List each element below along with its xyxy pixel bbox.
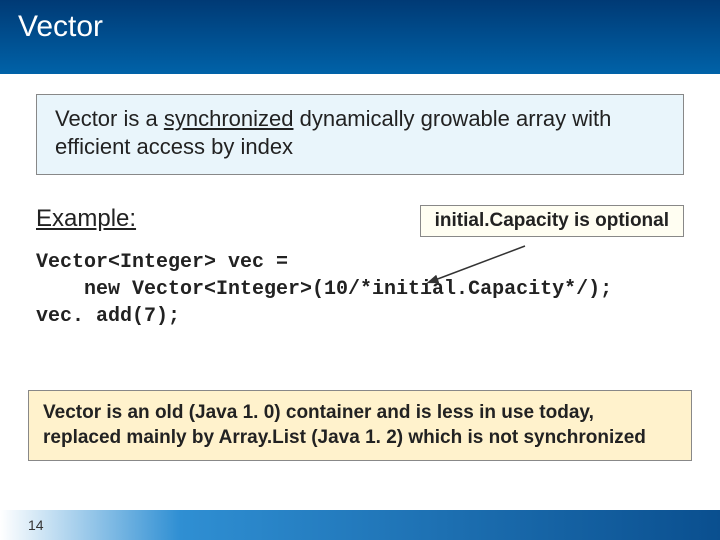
- code-line-2: new Vector<Integer>(10/*initial.Capacity…: [36, 276, 684, 303]
- code-line-1: Vector<Integer> vec =: [36, 249, 684, 276]
- note-box: Vector is an old (Java 1. 0) container a…: [28, 390, 692, 461]
- page-number: 14: [28, 517, 44, 533]
- description-text: Vector is a synchronized dynamically gro…: [55, 105, 665, 160]
- callout-box: initial.Capacity is optional: [420, 205, 684, 237]
- slide-header: Vector: [0, 0, 720, 74]
- desc-underlined: synchronized: [164, 106, 294, 131]
- description-box: Vector is a synchronized dynamically gro…: [36, 94, 684, 175]
- code-line-3: vec. add(7);: [36, 303, 684, 330]
- desc-prefix: Vector is a: [55, 106, 164, 131]
- code-block: Vector<Integer> vec = new Vector<Integer…: [36, 249, 684, 330]
- footer-bar: 14: [0, 510, 720, 540]
- example-row: Example: initial.Capacity is optional: [36, 205, 684, 237]
- example-label: Example:: [36, 205, 136, 233]
- slide-title: Vector: [18, 10, 702, 44]
